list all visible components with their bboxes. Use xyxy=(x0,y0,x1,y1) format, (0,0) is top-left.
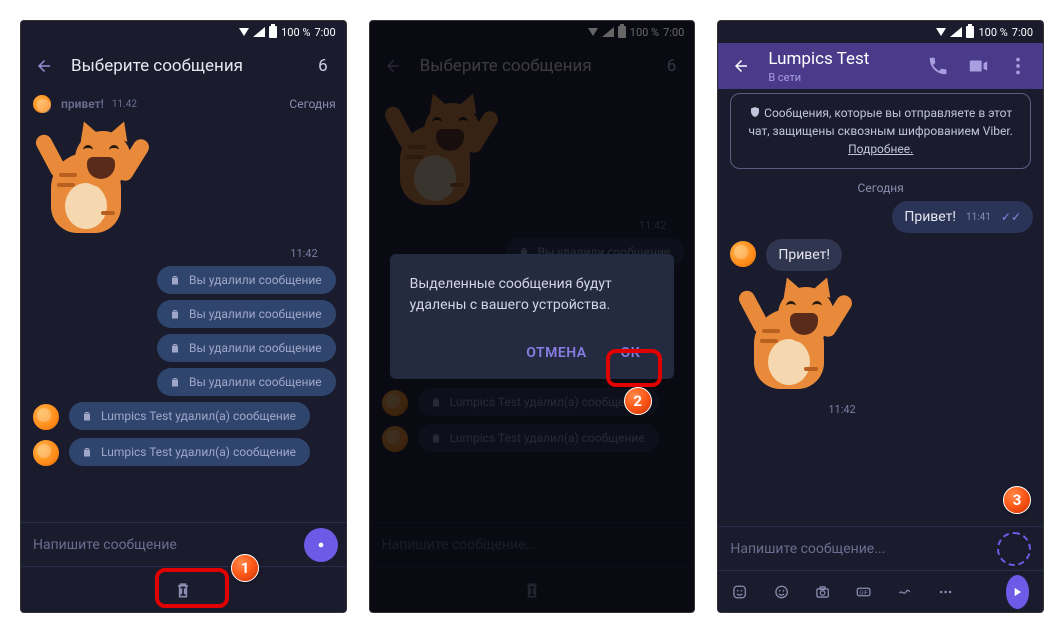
prior-time: 11.42 xyxy=(112,99,137,110)
contact-name[interactable]: Lumpics Test xyxy=(768,49,909,69)
modal-scrim[interactable]: Выделенные сообщения будут удалены с ваш… xyxy=(370,21,695,612)
svg-text:GIF: GIF xyxy=(859,590,867,596)
confirm-dialog: Выделенные сообщения будут удалены с ваш… xyxy=(390,254,675,379)
signal-down-icon xyxy=(936,28,946,36)
step-badge-1: 1 xyxy=(231,554,259,582)
trash-icon xyxy=(169,341,181,355)
presence: В сети xyxy=(768,71,909,84)
deleted-msg-self[interactable]: Вы удалили сообщение xyxy=(157,334,336,362)
encryption-notice[interactable]: Сообщения, которые вы отправляете в этот… xyxy=(730,93,1031,169)
ok-button[interactable]: ОК xyxy=(607,337,655,369)
dialog-message: Выделенные сообщения будут удалены с ваш… xyxy=(410,274,655,315)
trash-icon xyxy=(169,273,181,287)
encryption-more-link[interactable]: Подробнее. xyxy=(848,142,913,156)
trash-icon xyxy=(81,409,93,423)
cat-sticker[interactable] xyxy=(31,123,149,241)
avatar xyxy=(31,402,61,432)
top-row: привет! 11.42 Сегодня xyxy=(31,93,336,115)
cell-signal-icon xyxy=(253,27,265,37)
shield-icon xyxy=(749,106,761,118)
deleted-row-other[interactable]: Lumpics Test удалил(а) сообщение xyxy=(31,438,336,468)
chat-body: привет! 11.42 Сегодня 11:42 Вы удалили с… xyxy=(21,89,346,522)
bottom-action-bar xyxy=(21,566,346,612)
cell-signal-icon xyxy=(950,27,962,37)
screen-3: 100 % 7:00 Lumpics Test В сети Сообщения… xyxy=(717,20,1044,613)
quick-action-row: GIF xyxy=(718,570,1043,612)
trash-icon xyxy=(169,375,181,389)
chat-body: Сегодня Привет! 11:41 ✓✓ Привет! 11:42 xyxy=(718,177,1043,526)
prior-msg: привет! xyxy=(61,97,104,111)
clock: 7:00 xyxy=(1012,26,1033,39)
avatar xyxy=(31,438,61,468)
date-chip: Сегодня xyxy=(289,97,335,111)
date-chip: Сегодня xyxy=(858,181,904,195)
step-badge-2: 2 xyxy=(624,387,652,415)
avatar xyxy=(31,93,53,115)
screen-1: 100 % 7:00 Выберите сообщения 6 привет! … xyxy=(20,20,347,613)
doodle-icon[interactable] xyxy=(897,581,912,603)
battery-pct: 100 % xyxy=(978,26,1007,39)
compose-bar: Напишите сообщение... xyxy=(718,526,1043,570)
screen-2: 100 % 7:00 Выберите сообщения 6 11:42 Вы… xyxy=(369,20,696,613)
compose-bar: Напишите сообщение xyxy=(21,522,346,566)
step-badge-3: 3 xyxy=(1003,486,1031,514)
received-row: Привет! xyxy=(728,239,1033,271)
battery-icon xyxy=(966,26,974,38)
app-bar: Выберите сообщения 6 xyxy=(21,43,346,89)
video-icon[interactable] xyxy=(967,55,989,77)
deleted-msg-self[interactable]: Вы удалили сообщение xyxy=(157,300,336,328)
battery-icon xyxy=(269,26,277,38)
app-bar: Lumpics Test В сети xyxy=(718,43,1043,89)
battery-pct: 100 % xyxy=(281,26,310,39)
status-bar: 100 % 7:00 xyxy=(718,21,1043,43)
deleted-row-other[interactable]: Lumpics Test удалил(а) сообщение xyxy=(31,402,336,432)
attach-button[interactable] xyxy=(997,532,1031,566)
trash-icon xyxy=(81,445,93,459)
selection-count: 6 xyxy=(318,56,332,76)
sent-message[interactable]: Привет! 11:41 ✓✓ xyxy=(892,201,1033,233)
sticker-time: 11:42 xyxy=(290,247,317,260)
cat-sticker[interactable] xyxy=(734,279,852,397)
status-bar: 100 % 7:00 xyxy=(21,21,346,43)
clock: 7:00 xyxy=(314,26,335,39)
voice-message-button[interactable] xyxy=(1006,575,1029,609)
camera-icon[interactable] xyxy=(815,581,830,603)
dialog-actions: ОТМЕНА ОК xyxy=(410,337,655,369)
back-arrow-icon[interactable] xyxy=(732,57,750,75)
compose-placeholder[interactable]: Напишите сообщение xyxy=(33,537,177,553)
deleted-msg-self[interactable]: Вы удалили сообщение xyxy=(157,266,336,294)
more-icon[interactable] xyxy=(1007,55,1029,77)
app-bar-title: Выберите сообщения xyxy=(71,56,300,76)
compose-placeholder[interactable]: Напишите сообщение... xyxy=(730,541,885,557)
sticker-time: 11:42 xyxy=(828,403,1033,416)
emoji-icon[interactable] xyxy=(774,581,789,603)
sent-time: 11:41 xyxy=(966,212,991,223)
sticker-face-icon[interactable] xyxy=(732,581,747,603)
send-button[interactable] xyxy=(304,528,338,562)
received-message[interactable]: Привет! xyxy=(766,239,842,271)
cancel-button[interactable]: ОТМЕНА xyxy=(512,337,600,369)
signal-down-icon xyxy=(239,28,249,36)
delete-icon[interactable] xyxy=(173,579,193,601)
avatar[interactable] xyxy=(728,239,758,269)
back-arrow-icon[interactable] xyxy=(35,57,53,75)
gif-icon[interactable]: GIF xyxy=(856,581,871,603)
more-dots-icon[interactable] xyxy=(938,581,953,603)
trash-icon xyxy=(169,307,181,321)
phone-icon[interactable] xyxy=(927,55,949,77)
read-checks-icon: ✓✓ xyxy=(1001,210,1021,224)
deleted-msg-self[interactable]: Вы удалили сообщение xyxy=(157,368,336,396)
